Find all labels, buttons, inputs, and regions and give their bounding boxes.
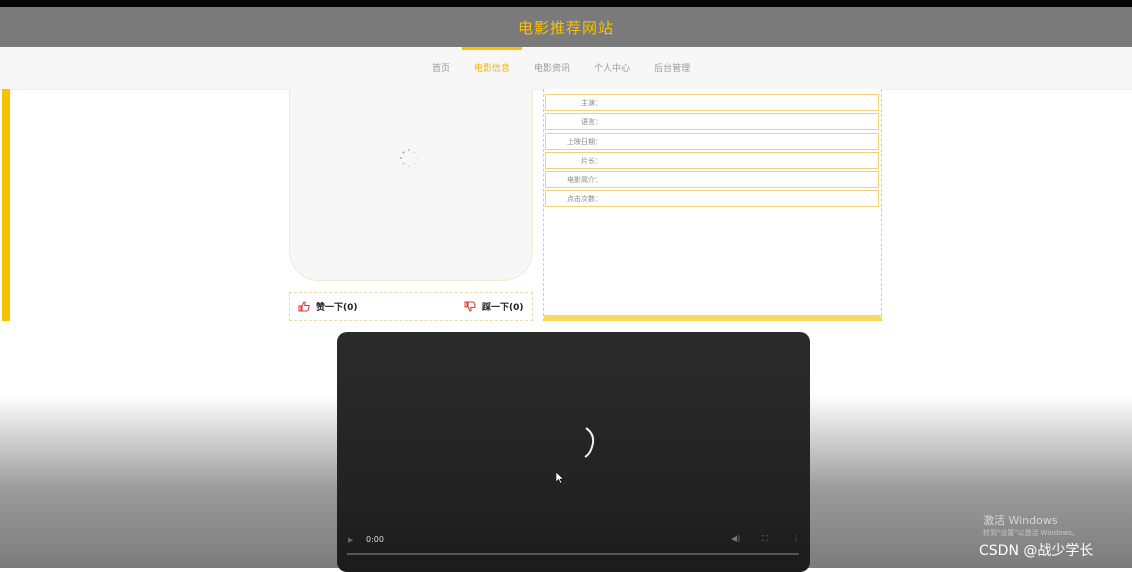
nav-item-home[interactable]: 首页 (420, 47, 462, 89)
video-time: 0:00 (366, 535, 384, 544)
info-row-duration: 片长： (545, 152, 879, 169)
site-header: 电影推荐网站 (0, 7, 1132, 47)
thumbs-down-icon (464, 301, 476, 312)
windows-activation-subtext: 转到"设置"以激活 Windows。 (983, 529, 1079, 537)
window-top-strip (0, 0, 1132, 7)
like-button[interactable]: 赞一下(0) (298, 293, 358, 320)
left-accent-bar (2, 89, 10, 321)
dislike-label: 踩一下(0) (482, 303, 524, 313)
loading-spinner-icon (400, 149, 418, 167)
play-icon[interactable]: ▶ (348, 536, 353, 544)
like-label: 赞一下(0) (316, 303, 358, 313)
main-nav: 首页 电影信息 电影资讯 个人中心 后台管理 (0, 47, 1132, 90)
windows-activation-notice: 激活 Windows (983, 514, 1058, 527)
info-row-release-date: 上映日期： (545, 133, 879, 150)
video-loading-spinner-icon (584, 427, 595, 458)
vote-bar: 赞一下(0) 踩一下(0) (289, 292, 533, 321)
movie-poster (289, 89, 533, 281)
thumbs-up-icon (298, 301, 310, 312)
info-panel-bottom-bar (544, 315, 881, 321)
info-row-cast: 主演： (545, 94, 879, 111)
nav-item-movie-news[interactable]: 电影资讯 (522, 47, 582, 89)
csdn-watermark: CSDN @战少学长 (979, 543, 1094, 559)
info-row-language: 语言： (545, 113, 879, 130)
nav-item-personal-center[interactable]: 个人中心 (582, 47, 642, 89)
mouse-cursor-icon (556, 472, 564, 484)
volume-icon[interactable]: ◀) (731, 534, 740, 543)
movie-info-panel: 主演： 语言： 上映日期： 片长： 电影简介： 点击次数： (543, 89, 882, 321)
info-row-click-count: 点击次数： (545, 190, 879, 207)
video-progress-bar[interactable] (347, 553, 799, 555)
dislike-button[interactable]: 踩一下(0) (464, 293, 524, 320)
info-row-synopsis: 电影简介： (545, 171, 879, 188)
more-options-icon[interactable]: ⋮ (792, 534, 800, 543)
site-title: 电影推荐网站 (517, 18, 614, 37)
nav-item-admin[interactable]: 后台管理 (642, 47, 702, 89)
fullscreen-icon[interactable]: ⛶ (762, 534, 768, 544)
nav-item-movie-info[interactable]: 电影信息 (462, 47, 523, 89)
